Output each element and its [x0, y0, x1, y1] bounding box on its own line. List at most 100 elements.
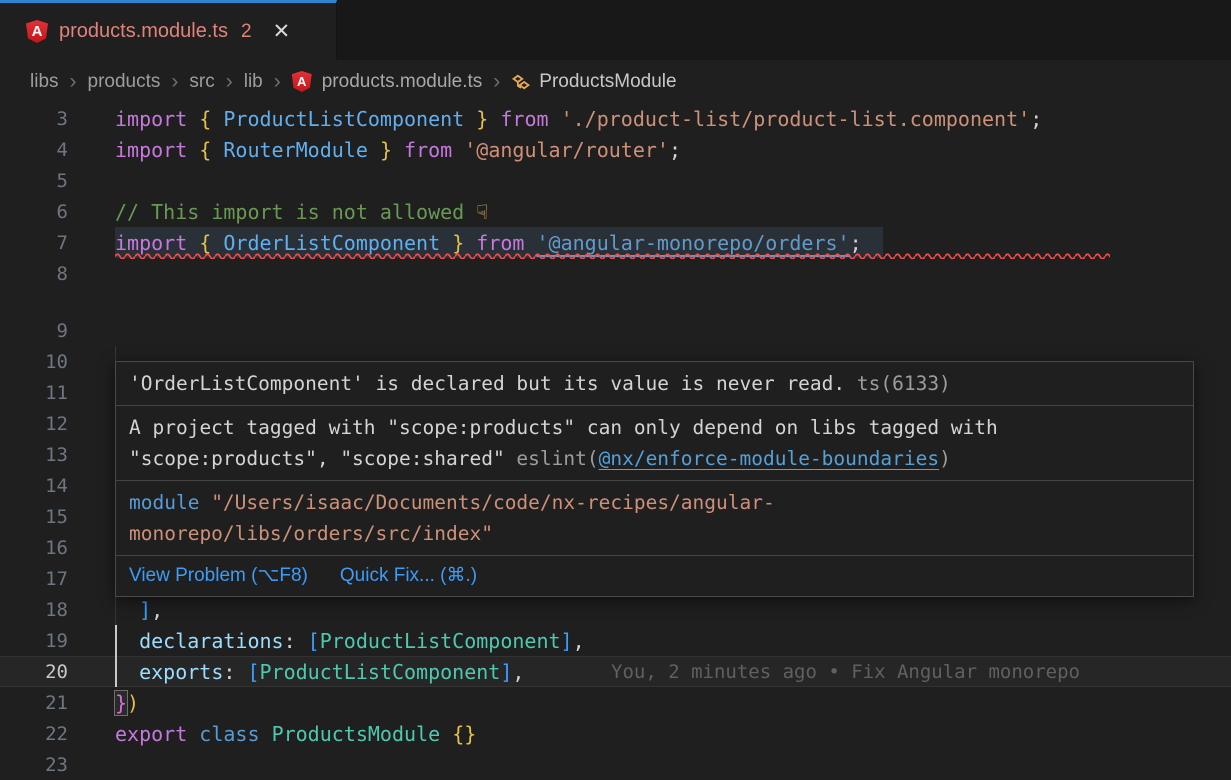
line-number: 17: [0, 568, 68, 590]
code-token: ,: [573, 629, 585, 653]
line-number: 18: [0, 599, 68, 621]
line-content: exports: [ProductListComponent],: [115, 656, 524, 687]
code-token: './product-list/product-list.component': [561, 107, 1031, 131]
line-number: 4: [0, 139, 68, 161]
code-token: [: [308, 629, 320, 653]
line-number: 8: [0, 263, 68, 285]
line-number: 6: [0, 201, 68, 223]
line-content: declarations: [ProductListComponent],: [115, 625, 585, 656]
code-token: ,: [151, 598, 163, 622]
line-number: 13: [0, 444, 68, 466]
code-line[interactable]: 4 import { RouterModule } from '@angular/…: [0, 134, 1231, 165]
code-token: import: [115, 138, 187, 162]
ts-message-text: 'OrderListComponent' is declared but its…: [129, 372, 845, 395]
chevron-right-icon: ›: [69, 70, 78, 94]
code-token: [211, 138, 223, 162]
breadcrumb-src[interactable]: src: [189, 71, 214, 93]
code-token: [368, 138, 380, 162]
module-keyword: module: [129, 491, 199, 514]
code-line[interactable]: 8: [0, 258, 1231, 289]
chevron-right-icon: ›: [273, 70, 282, 94]
breadcrumb-lib[interactable]: lib: [244, 71, 263, 93]
eslint-source-open: eslint(: [516, 447, 598, 470]
code-line[interactable]: 20 exports: [ProductListComponent], You, 2…: [0, 656, 1231, 687]
line-content: export class ProductsModule {}: [115, 718, 476, 749]
line-number: 21: [0, 692, 68, 714]
breadcrumb-file[interactable]: products.module.ts: [322, 71, 483, 93]
code-token: [488, 107, 500, 131]
code-token: ProductListComponent: [260, 660, 501, 684]
code-token: ProductsModule: [272, 722, 441, 746]
code-token: ProductListComponent: [223, 107, 464, 131]
chevron-right-icon: ›: [225, 70, 234, 94]
code-token: [440, 722, 452, 746]
code-token: :: [223, 660, 247, 684]
code-token: [392, 138, 404, 162]
code-token: [187, 722, 199, 746]
line-number: 5: [0, 170, 68, 192]
code-line[interactable]: 19 declarations: [ProductListComponent],: [0, 625, 1231, 656]
code-token: ): [127, 691, 139, 715]
line-number: 19: [0, 630, 68, 652]
code-token: ,: [512, 660, 524, 684]
code-token: '@angular/router': [464, 138, 669, 162]
code-line[interactable]: 7import { OrderListComponent } from '@an…: [0, 227, 1231, 258]
code-line[interactable]: 5: [0, 165, 1231, 196]
breadcrumb-products[interactable]: products: [88, 71, 161, 93]
eslint-rule-link[interactable]: @nx/enforce-module-boundaries: [599, 447, 939, 470]
view-problem-action[interactable]: View Problem (⌥F8): [129, 564, 308, 587]
code-line[interactable]: 23: [0, 749, 1231, 780]
code-line[interactable]: 9: [0, 315, 1231, 346]
symbol-class-icon: [511, 72, 531, 92]
code-token: ]: [561, 629, 573, 653]
breadcrumb-symbol[interactable]: ProductsModule: [539, 71, 676, 93]
code-token: export: [115, 722, 187, 746]
line-number: 12: [0, 413, 68, 435]
code-token: from: [404, 138, 452, 162]
line-number: 20: [0, 661, 68, 683]
code-token: ☟: [476, 200, 488, 224]
close-icon[interactable]: ✕: [273, 19, 291, 44]
eslint-diagnostic-message: A project tagged with "scope:products" c…: [116, 406, 1193, 481]
code-token: ]: [500, 660, 512, 684]
code-token: import: [115, 107, 187, 131]
git-blame-annotation: You, 2 minutes ago • Fix Angular monorep…: [611, 661, 1080, 683]
code-token: [: [247, 660, 259, 684]
line-number: 9: [0, 320, 68, 342]
line-number: 10: [0, 351, 68, 373]
code-line[interactable]: 3import { ProductListComponent } from '.…: [0, 103, 1231, 134]
module-path-line2: monorepo/libs/orders/src/index": [129, 522, 493, 545]
code-editor[interactable]: 3 import { ProductListComponent } from '.…: [0, 103, 1231, 780]
indent-guide: [115, 625, 139, 656]
code-token: {: [199, 138, 211, 162]
code-token: }: [380, 138, 392, 162]
code-line[interactable]: 6 // This import is not allowed ☟: [0, 196, 1231, 227]
code-token: }: [476, 107, 488, 131]
code-token: declarations: [139, 629, 284, 653]
quick-fix-action[interactable]: Quick Fix... (⌘.): [340, 564, 477, 587]
code-token: [211, 107, 223, 131]
code-line[interactable]: 22 export class ProductsModule {}: [0, 718, 1231, 749]
code-token: [187, 138, 199, 162]
eslint-message-line1: A project tagged with "scope:products" c…: [129, 416, 998, 439]
code-token: }: [115, 691, 127, 715]
line-number: 22: [0, 723, 68, 745]
diagnostics-hover-popup: 'OrderListComponent' is declared but its…: [115, 361, 1194, 597]
angular-icon: A: [26, 20, 48, 43]
code-token: [260, 722, 272, 746]
code-token: class: [199, 722, 259, 746]
code-token: [452, 138, 464, 162]
angular-icon: A: [292, 71, 312, 92]
line-number: 3: [0, 108, 68, 130]
hover-status-bar: View Problem (⌥F8) Quick Fix... (⌘.): [116, 556, 1193, 596]
line-content: ],: [115, 594, 163, 625]
line-number: 15: [0, 506, 68, 528]
tab-products-module[interactable]: A products.module.ts 2 ✕: [0, 0, 337, 60]
ts-diagnostic-message: 'OrderListComponent' is declared but its…: [116, 362, 1193, 406]
line-content: import { RouterModule } from '@angular/r…: [115, 134, 681, 165]
code-line[interactable]: 18],: [0, 594, 1231, 625]
code-line[interactable]: 21}): [0, 687, 1231, 718]
breadcrumb-libs[interactable]: libs: [30, 71, 59, 93]
line-content: // This import is not allowed ☟: [115, 196, 488, 227]
line-number: 16: [0, 537, 68, 559]
